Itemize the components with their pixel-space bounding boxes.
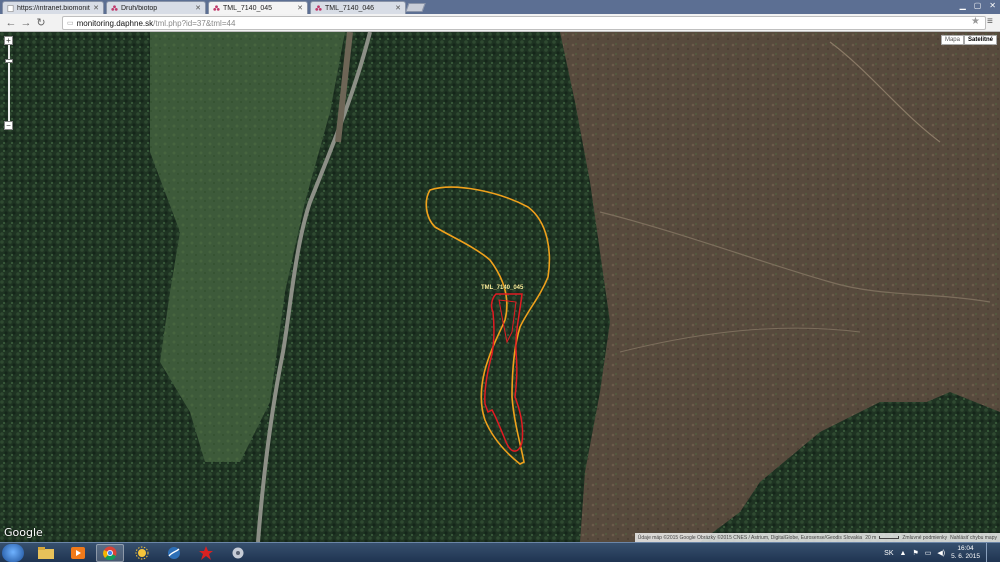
close-icon[interactable]: ✕ [195, 4, 201, 12]
start-button[interactable] [2, 544, 24, 562]
tab-label: TML_7140_046 [325, 4, 375, 12]
address-bar[interactable]: ▭ monitoring.daphne.sk /tml.php?id=37&tm… [62, 16, 986, 30]
close-icon[interactable]: ✕ [297, 4, 303, 12]
tab-strip: https://intranet.biomonit ✕ Druh/biotop … [0, 0, 1000, 14]
weather-icon[interactable] [128, 544, 156, 562]
polygon-label: TML_7140_045 [481, 285, 524, 291]
zoom-slider[interactable] [4, 45, 13, 121]
settings-icon[interactable] [224, 544, 252, 562]
map-type-control: Mapa Satelitné [940, 35, 997, 45]
maximize-icon[interactable]: ▢ [974, 1, 982, 10]
zoom-out-button[interactable]: − [4, 121, 13, 130]
tab-intranet[interactable]: https://intranet.biomonit ✕ [2, 1, 104, 14]
tab-tml-045[interactable]: TML_7140_045 ✕ [208, 1, 308, 14]
tab-tml-046[interactable]: TML_7140_046 ✕ [310, 1, 406, 14]
url-path: /tml.php?id=37&tml=44 [153, 18, 236, 28]
zoom-slider-handle[interactable] [4, 59, 13, 63]
close-window-icon[interactable]: ✕ [989, 1, 996, 10]
scale-label: 20 m [865, 534, 877, 541]
forward-arrow-icon[interactable]: → [19, 16, 33, 30]
media-player-icon[interactable] [64, 544, 92, 562]
volume-icon[interactable]: ◀) [937, 549, 945, 557]
google-logo: Google [4, 526, 43, 539]
bookmark-star-icon[interactable]: ★ [971, 16, 980, 27]
daphne-flower-icon [111, 4, 118, 11]
reload-icon[interactable]: ↻ [34, 16, 48, 30]
tab-label: Druh/biotop [121, 4, 158, 12]
taskbar: SK ▲ ⚑ ▭ ◀) 16:04 5. 6. 2015 [0, 542, 1000, 562]
clock-date: 5. 6. 2015 [951, 553, 980, 560]
close-icon[interactable]: ✕ [93, 4, 99, 12]
map-type-satellite-button[interactable]: Satelitné [963, 35, 997, 45]
terms-link[interactable]: Zmluvné podmienky [902, 535, 947, 541]
network-icon[interactable] [160, 544, 188, 562]
zoom-control: + − [4, 36, 13, 130]
page-icon: ▭ [67, 20, 74, 27]
tab-druh-biotop[interactable]: Druh/biotop ✕ [106, 1, 206, 14]
zoom-in-button[interactable]: + [4, 36, 13, 45]
window-controls: ▁ ▢ ✕ [960, 1, 996, 10]
language-indicator[interactable]: SK [884, 550, 893, 557]
daphne-flower-icon [213, 4, 220, 11]
clock-time: 16:04 [957, 545, 974, 552]
close-icon[interactable]: ✕ [395, 4, 401, 12]
red-app-icon[interactable] [192, 544, 220, 562]
daphne-flower-icon [315, 4, 322, 11]
new-tab-button[interactable] [405, 3, 426, 12]
attribution-text: Údaje máp ©2015 Google Obrázky ©2015 CNE… [637, 534, 863, 541]
scale-bar [879, 536, 900, 539]
flag-icon[interactable]: ⚑ [912, 549, 918, 557]
map-type-map-button[interactable]: Mapa [940, 35, 964, 45]
show-desktop-button[interactable] [986, 543, 994, 562]
satellite-map[interactable]: + − Mapa Satelitné TML_7140_045 Google Ú… [0, 32, 1000, 542]
tab-label: TML_7140_045 [223, 4, 273, 12]
url-host: monitoring.daphne.sk [76, 18, 154, 28]
system-tray: SK ▲ ⚑ ▭ ◀) 16:04 5. 6. 2015 [884, 543, 1000, 562]
map-attribution-bar: Údaje máp ©2015 Google Obrázky ©2015 CNE… [634, 533, 1000, 542]
chrome-menu-icon[interactable]: ≡ [987, 16, 993, 27]
clock[interactable]: 16:04 5. 6. 2015 [951, 545, 980, 561]
tab-label: https://intranet.biomonit [17, 4, 90, 12]
back-arrow-icon[interactable]: ← [4, 16, 18, 30]
page-icon [7, 4, 14, 12]
minimize-icon[interactable]: ▁ [960, 1, 966, 10]
tray-arrow-icon[interactable]: ▲ [900, 550, 907, 557]
monitor-icon[interactable]: ▭ [925, 549, 932, 557]
chrome-icon[interactable] [96, 544, 124, 562]
report-error-link[interactable]: Nahlásiť chybu mapy [950, 535, 997, 541]
browser-toolbar: ← → ↻ ▭ monitoring.daphne.sk /tml.php?id… [0, 14, 1000, 32]
file-explorer-icon[interactable] [32, 544, 60, 562]
